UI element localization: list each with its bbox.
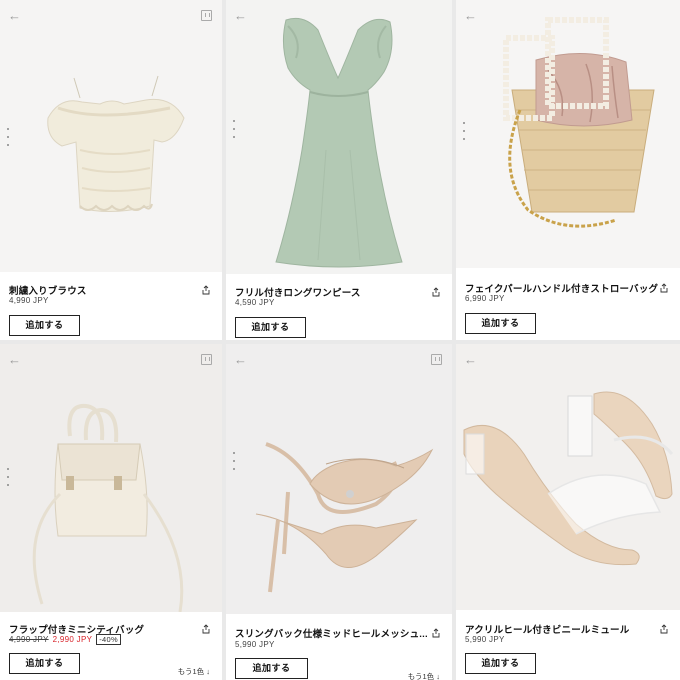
share-icon[interactable]	[431, 628, 441, 638]
back-arrow-icon[interactable]: ←	[464, 353, 478, 366]
carousel-dots	[463, 122, 466, 146]
product-image-city-bag[interactable]: ←	[0, 344, 222, 612]
product-card-acrylic-mules[interactable]: ← アクリルヒール付きビニールミュール 5,990 JPY 追加する	[456, 344, 680, 680]
carousel-dots	[7, 468, 10, 492]
save-icon[interactable]	[431, 354, 442, 365]
back-arrow-icon[interactable]: ←	[234, 9, 248, 22]
add-to-cart-button[interactable]: 追加する	[465, 653, 536, 674]
product-image-blouse[interactable]: ←	[0, 0, 222, 272]
add-to-cart-button[interactable]: 追加する	[9, 653, 80, 674]
product-image-dress[interactable]: ←	[226, 0, 452, 274]
back-arrow-icon[interactable]: ←	[464, 9, 478, 22]
sale-price: 2,990 JPY	[52, 635, 93, 644]
add-to-cart-button[interactable]: 追加する	[9, 315, 80, 336]
product-name[interactable]: フリル付きロングワンピース	[235, 285, 361, 299]
back-arrow-icon[interactable]: ←	[8, 353, 22, 366]
share-icon[interactable]	[659, 624, 669, 634]
product-name[interactable]: フラップ付きミニシティバッグ	[9, 622, 144, 636]
more-colors-link[interactable]: もう1色 ↓	[178, 666, 210, 677]
add-to-cart-button[interactable]: 追加する	[465, 313, 536, 334]
share-icon[interactable]	[659, 283, 669, 293]
blouse-illustration	[47, 75, 185, 213]
original-price: 4,990 JPY	[9, 635, 49, 644]
product-card-city-bag[interactable]: ← フラップ付きミニシティバッグ 4,990 JPY 2,990 JPY -40% …	[0, 344, 222, 680]
save-icon[interactable]	[201, 354, 212, 365]
product-name[interactable]: アクリルヒール付きビニールミュール	[465, 622, 629, 636]
add-to-cart-button[interactable]: 追加する	[235, 317, 306, 338]
save-icon[interactable]	[201, 10, 212, 21]
add-to-cart-button[interactable]: 追加する	[235, 658, 308, 679]
share-icon[interactable]	[201, 285, 211, 295]
product-name[interactable]: 刺繍入りブラウス	[9, 283, 87, 297]
back-arrow-icon[interactable]: ←	[8, 9, 22, 22]
share-icon[interactable]	[201, 624, 211, 634]
product-image-straw-bag[interactable]: ←	[456, 0, 680, 268]
product-price: 4,990 JPY 2,990 JPY -40%	[9, 634, 121, 645]
carousel-dots	[233, 452, 236, 476]
product-name[interactable]: スリングバック仕様ミッドヒールメッシュ...	[235, 626, 428, 640]
product-price: 5,990 JPY	[235, 640, 275, 649]
carousel-dots	[7, 128, 10, 152]
city-bag-illustration	[32, 403, 184, 612]
product-grid: ← 刺繍入りブラウス 4,990 JPY 追加する ← フリル付きロングワンピー…	[0, 0, 680, 680]
dress-illustration	[275, 17, 403, 268]
product-price: 5,990 JPY	[465, 635, 505, 644]
share-icon[interactable]	[431, 287, 441, 297]
carousel-dots	[233, 120, 236, 144]
product-price: 4,590 JPY	[235, 298, 275, 307]
sling-heels-illustration	[255, 442, 434, 593]
acrylic-mules-illustration	[463, 391, 674, 566]
product-card-sling-heels[interactable]: ← スリングバック仕様ミッドヒールメッシュ... 5,990 JPY 追加する …	[226, 344, 452, 680]
product-card-dress[interactable]: ← フリル付きロングワンピース 4,590 JPY 追加する	[226, 0, 452, 340]
product-name[interactable]: フェイクパールハンドル付きストローバッグ	[465, 281, 658, 295]
more-colors-link[interactable]: もう1色 ↓	[408, 671, 440, 680]
product-price: 4,990 JPY	[9, 296, 49, 305]
product-card-blouse[interactable]: ← 刺繍入りブラウス 4,990 JPY 追加する	[0, 0, 222, 340]
product-image-acrylic-mules[interactable]: ←	[456, 344, 680, 610]
discount-badge: -40%	[96, 634, 121, 645]
product-card-straw-bag[interactable]: ← フェイクパールハンドル付きストローバッグ 6,990 JPY 追加する	[456, 0, 680, 340]
product-price: 6,990 JPY	[465, 294, 505, 303]
product-image-sling-heels[interactable]: ←	[226, 344, 452, 614]
straw-bag-illustration	[503, 17, 655, 228]
back-arrow-icon[interactable]: ←	[234, 353, 248, 366]
